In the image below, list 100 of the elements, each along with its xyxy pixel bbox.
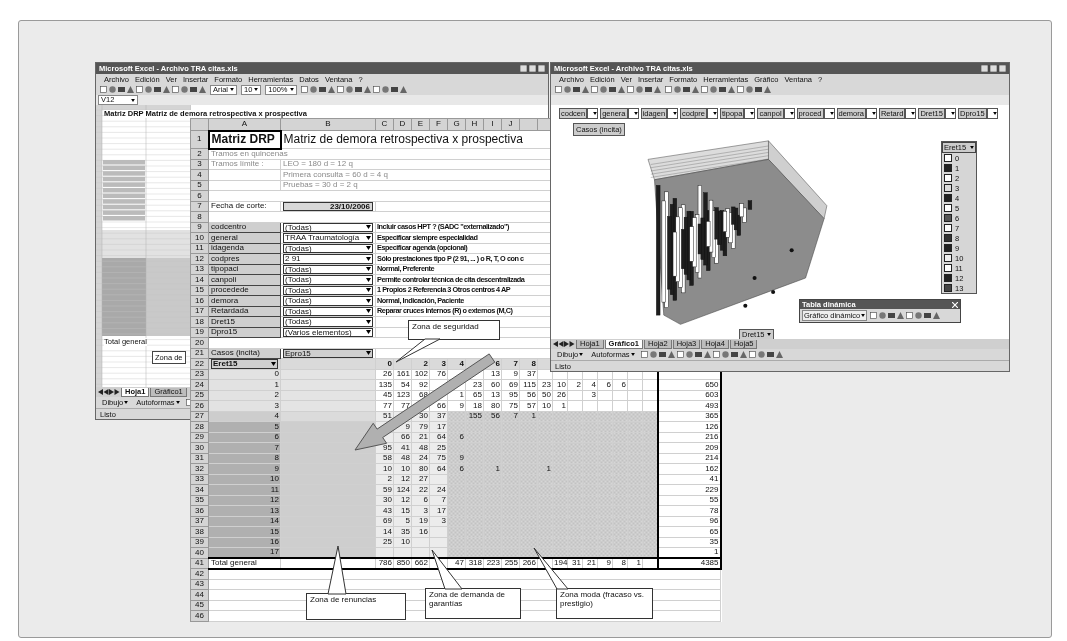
row-header[interactable]: 46 [190,610,209,621]
circle-icon[interactable] [145,86,152,93]
dropdown-field[interactable] [667,108,679,119]
row-header[interactable]: 37 [190,516,209,527]
row-header[interactable]: 21 [190,348,209,359]
field-button[interactable]: demora [208,295,281,306]
block-icon[interactable] [390,86,398,93]
field-button[interactable]: procedede [208,285,281,296]
row-header[interactable]: 10 [190,232,209,243]
row-header[interactable]: 12 [190,253,209,264]
triangle-icon[interactable] [163,86,170,93]
square-icon[interactable] [555,86,562,93]
square-icon[interactable] [712,351,720,358]
field-button[interactable]: Retardada [208,306,281,317]
row-header[interactable]: 3 [190,159,209,170]
square-icon[interactable] [737,86,744,93]
row-header[interactable]: 36 [190,505,209,516]
dropdown-field[interactable]: (Todas) [283,222,373,232]
square-icon[interactable] [676,351,684,358]
dropdown-field[interactable] [627,108,639,119]
block-icon[interactable] [118,86,125,93]
dropdown-field[interactable] [783,108,795,119]
column-header[interactable]: 0 [375,358,394,369]
circle-icon[interactable] [649,351,657,358]
block-icon[interactable] [730,351,738,358]
square-icon[interactable] [172,86,179,93]
close-icon[interactable] [952,301,958,308]
block-icon[interactable] [924,312,932,319]
block-icon[interactable] [318,86,326,93]
dropdown-field[interactable]: TRAA Traumatología [283,233,373,243]
triangle-icon[interactable] [582,86,589,93]
row-header[interactable]: 31 [190,453,209,464]
block-icon[interactable] [354,86,362,93]
column-header[interactable]: 2 [411,358,430,369]
row-header[interactable]: 29 [190,432,209,443]
dropdown-field[interactable] [986,108,998,119]
row-header[interactable]: 8 [190,211,209,222]
dropdown-field[interactable] [905,108,917,119]
triangle-icon[interactable] [933,312,941,319]
block-icon[interactable] [154,86,161,93]
row-header[interactable]: 9 [190,222,209,233]
triangle-icon[interactable] [775,351,783,358]
row-header[interactable]: 41 [190,558,209,569]
square-icon[interactable] [701,86,708,93]
row-header[interactable]: 16 [190,295,209,306]
dropdown-field[interactable] [865,108,877,119]
triangle-icon[interactable] [897,312,905,319]
row-header[interactable]: 44 [190,589,209,600]
row-header[interactable]: 38 [190,526,209,537]
column-header[interactable]: 8 [519,358,538,369]
row-header[interactable]: 5 [190,180,209,191]
triangle-icon[interactable] [654,86,661,93]
field-button[interactable]: Dret15 [208,316,281,327]
row-header[interactable]: 34 [190,484,209,495]
triangle-icon[interactable] [692,86,699,93]
dropdown-field[interactable]: (Todas) [283,306,373,316]
dropdown-field[interactable]: (Varios elementos) [283,327,373,337]
block-icon[interactable] [888,312,896,319]
row-header[interactable]: 25 [190,390,209,401]
block-icon[interactable] [609,86,616,93]
square-icon[interactable] [627,86,634,93]
square-icon[interactable] [372,86,380,93]
field-button[interactable]: codcentro [208,222,281,233]
column-header[interactable]: B [280,118,376,131]
row-header[interactable]: 2 [190,148,209,159]
tab-scroll-arrows-icon[interactable] [98,389,120,395]
column-header[interactable]: A [208,118,281,131]
dropdown-field[interactable]: (Todas) [283,285,373,295]
dropdown-field[interactable] [744,108,756,119]
block-icon[interactable] [190,86,197,93]
window-controls-icon[interactable] [520,65,545,72]
row-header[interactable]: 24 [190,379,209,390]
row-header[interactable]: 20 [190,337,209,348]
date-field[interactable]: 23/10/2006 [283,201,373,211]
circle-icon[interactable] [721,351,729,358]
square-icon[interactable] [906,312,914,319]
dropdown-field[interactable]: (Todas) [283,317,373,327]
field-button[interactable]: Dpro15 [208,327,281,338]
triangle-icon[interactable] [327,86,335,93]
row-header[interactable]: 40 [190,547,209,558]
row-header[interactable]: 26 [190,400,209,411]
block-icon[interactable] [573,86,580,93]
tab-scroll-arrows-icon[interactable] [553,341,575,347]
circle-icon[interactable] [381,86,389,93]
circle-icon[interactable] [109,86,116,93]
row-header[interactable]: 28 [190,421,209,432]
circle-icon[interactable] [309,86,317,93]
dropdown-field[interactable]: 2 91 [283,254,373,264]
row-header[interactable]: 7 [190,201,209,212]
row-header[interactable]: 43 [190,579,209,590]
dropdown-field[interactable]: (Todas) [283,296,373,306]
circle-icon[interactable] [915,312,923,319]
circle-icon[interactable] [685,351,693,358]
triangle-icon[interactable] [363,86,371,93]
dropdown-field[interactable] [823,108,835,119]
triangle-icon[interactable] [739,351,747,358]
field-button[interactable]: idagenda [208,243,281,254]
block-icon[interactable] [766,351,774,358]
square-icon[interactable] [665,86,672,93]
dropdown-field[interactable] [707,108,718,119]
